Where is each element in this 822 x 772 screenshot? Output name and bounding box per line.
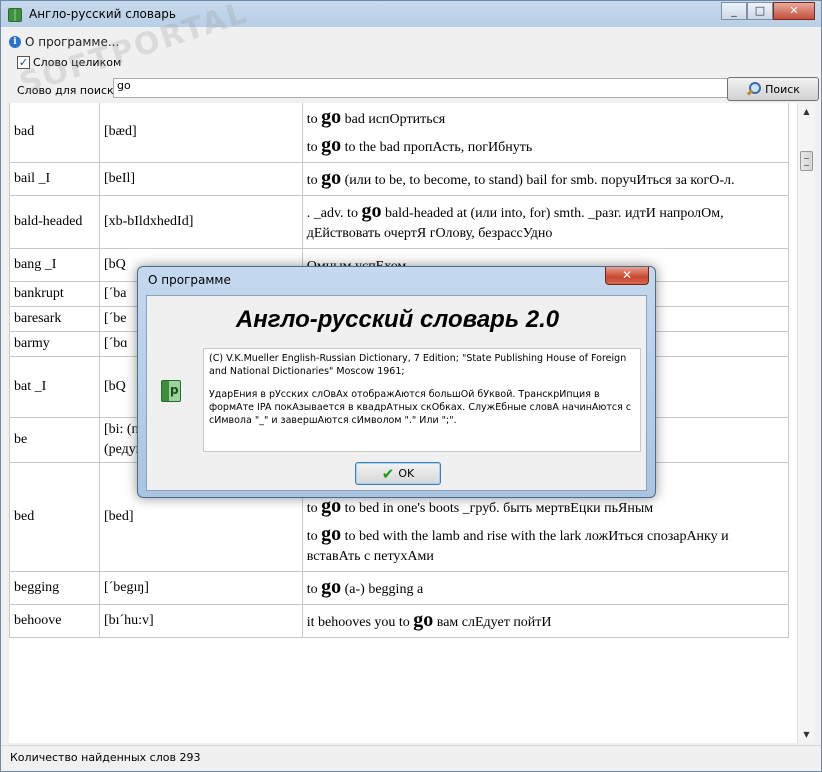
ok-button-label: OK (398, 467, 415, 480)
word-cell: bail _I (9, 162, 100, 196)
search-input[interactable]: go (113, 78, 733, 98)
table-row[interactable]: bad [bæd] to go bad испОртиться to go to th… (9, 103, 790, 163)
transcription-cell: [bıˊhu:v] (98, 604, 303, 638)
search-button[interactable]: Поиск (727, 77, 819, 101)
phrase-line: to go (a-) begging a (307, 574, 784, 602)
word-cell: bang _I (9, 248, 100, 282)
table-row[interactable]: bald-headed [xb-bIldxhedId]. _adv. to go … (9, 195, 790, 249)
info-icon: i (9, 36, 21, 48)
dialog-close-button[interactable]: ✕ (605, 267, 649, 285)
word-cell: bed (9, 462, 100, 572)
search-label: Слово для поиска: (17, 84, 125, 97)
phrase-line: to go to the bad пропАсть, погИбнуть (307, 132, 784, 160)
window-title: Англо-русский словарь (29, 7, 176, 21)
close-button[interactable]: ✕ (773, 2, 815, 20)
phrase-text: (a-) begging a (341, 582, 424, 597)
ok-button[interactable]: ✔ OK (355, 462, 441, 485)
keyword-highlight: go (321, 134, 342, 156)
phrase-line: to go to bed with the lamb and rise with… (307, 521, 784, 569)
phrase-text: to (306, 112, 322, 127)
whole-word-option[interactable]: ✓ Слово целиком (17, 56, 121, 69)
phrase-line: . _adv. to go bald-headed at (или into, … (307, 198, 784, 246)
transcription-cell: [bæd] (98, 103, 303, 163)
window-controls: _ □ ✕ (721, 2, 815, 20)
phrase-text: to (306, 501, 322, 516)
whole-word-label: Слово целиком (33, 56, 122, 69)
check-icon: ✔ (381, 464, 395, 483)
phrase-line: to go (или to be, to become, to stand) b… (307, 165, 784, 193)
search-button-label: Поиск (765, 82, 800, 96)
about-textbox[interactable]: (C) V.K.Mueller English-Russian Dictiona… (203, 348, 641, 452)
phrase-text: it behooves you to (306, 615, 414, 630)
word-cell: bad (9, 103, 100, 163)
phrase-text: to (306, 140, 322, 155)
credits-text: (C) V.K.Mueller English-Russian Dictiona… (209, 353, 627, 377)
title-bar[interactable]: Англо-русский словарь _ □ ✕ (1, 1, 821, 29)
word-cell: bat _I (9, 356, 100, 418)
phrase-text: to the bad пропАсть, погИбнуть (341, 140, 533, 155)
dialog-body: Англо-русский словарь 2.0 (C) V.K.Muelle… (146, 295, 647, 491)
word-cell: bald-headed (9, 195, 100, 249)
scroll-thumb[interactable] (800, 151, 813, 171)
phrase-text: вам слЕдует пойтИ (433, 615, 552, 630)
phrases-cell: to go (или to be, to become, to stand) b… (301, 162, 790, 196)
notes-text: УдарЕния в рУсских слОвАх отображАются б… (209, 389, 632, 426)
word-cell: barmy (9, 331, 100, 357)
phrase-text: to bed in one's boots _груб. быть мертвЕ… (341, 501, 654, 516)
phrase-text: . _adv. to (306, 206, 362, 221)
phrase-text: (или to be, to become, to stand) bail fo… (341, 173, 735, 188)
word-cell: bankrupt (9, 281, 100, 307)
keyword-highlight: go (321, 167, 342, 189)
transcription-cell: [beIl] (98, 162, 303, 196)
vertical-scrollbar[interactable]: ▲ ▼ (797, 103, 814, 743)
status-bar: Количество найденных слов 293 (1, 745, 821, 771)
phrases-cell: it behooves you to go вам слЕдует пойтИ (301, 604, 790, 638)
phrase-text: to (306, 582, 322, 597)
transcription-cell: [ˊbegıŋ] (98, 571, 303, 605)
word-cell: behoove (9, 604, 100, 638)
phrase-text: to bed with the lamb and rise with the l… (306, 529, 729, 564)
keyword-highlight: go (321, 576, 342, 598)
keyword-highlight: go (413, 609, 434, 631)
dictionary-app-icon (8, 8, 22, 22)
whole-word-checkbox[interactable]: ✓ (17, 56, 30, 69)
maximize-button[interactable]: □ (747, 2, 773, 20)
about-dialog: О программе ✕ Англо-русский словарь 2.0 … (137, 266, 656, 498)
word-cell: baresark (9, 306, 100, 332)
word-cell: be (9, 417, 100, 463)
phrase-line: it behooves you to go вам слЕдует пойтИ (307, 607, 784, 635)
keyword-highlight: go (361, 200, 382, 222)
search-icon (746, 82, 762, 96)
phrases-cell: to go bad испОртиться to go to the bad пр… (301, 103, 790, 163)
phrases-cell: to go (a-) begging a (301, 571, 790, 605)
scroll-up-arrow[interactable]: ▲ (798, 103, 815, 120)
minimize-button[interactable]: _ (721, 2, 747, 20)
phrases-cell: . _adv. to go bald-headed at (или into, … (301, 195, 790, 249)
phrase-text: bad испОртиться (341, 112, 446, 127)
table-row[interactable]: begging [ˊbegıŋ] to go (a-) begging a (9, 571, 790, 605)
book-icon (161, 380, 181, 402)
table-row[interactable]: behoove [bıˊhu:v] it behooves you to go ва… (9, 604, 790, 638)
transcription-cell: [xb-bIldxhedId] (98, 195, 303, 249)
scroll-down-arrow[interactable]: ▼ (798, 726, 815, 743)
keyword-highlight: go (321, 523, 342, 545)
phrase-text: to (306, 173, 322, 188)
word-cell: begging (9, 571, 100, 605)
phrase-text: to (306, 529, 322, 544)
keyword-highlight: go (321, 495, 342, 517)
about-menu-label: О программе... (25, 35, 120, 49)
table-row[interactable]: bail _I [beIl] to go (или to be, to become… (9, 162, 790, 196)
dialog-heading: Англо-русский словарь 2.0 (235, 306, 560, 333)
dialog-title: О программе (148, 273, 231, 287)
found-count-text: Количество найденных слов 293 (10, 751, 201, 764)
keyword-highlight: go (321, 106, 342, 128)
about-menu-item[interactable]: i О программе... (9, 32, 119, 52)
phrase-line: to go bad испОртиться (307, 104, 784, 132)
search-row: Слово для поиска: go Поиск (15, 77, 819, 101)
